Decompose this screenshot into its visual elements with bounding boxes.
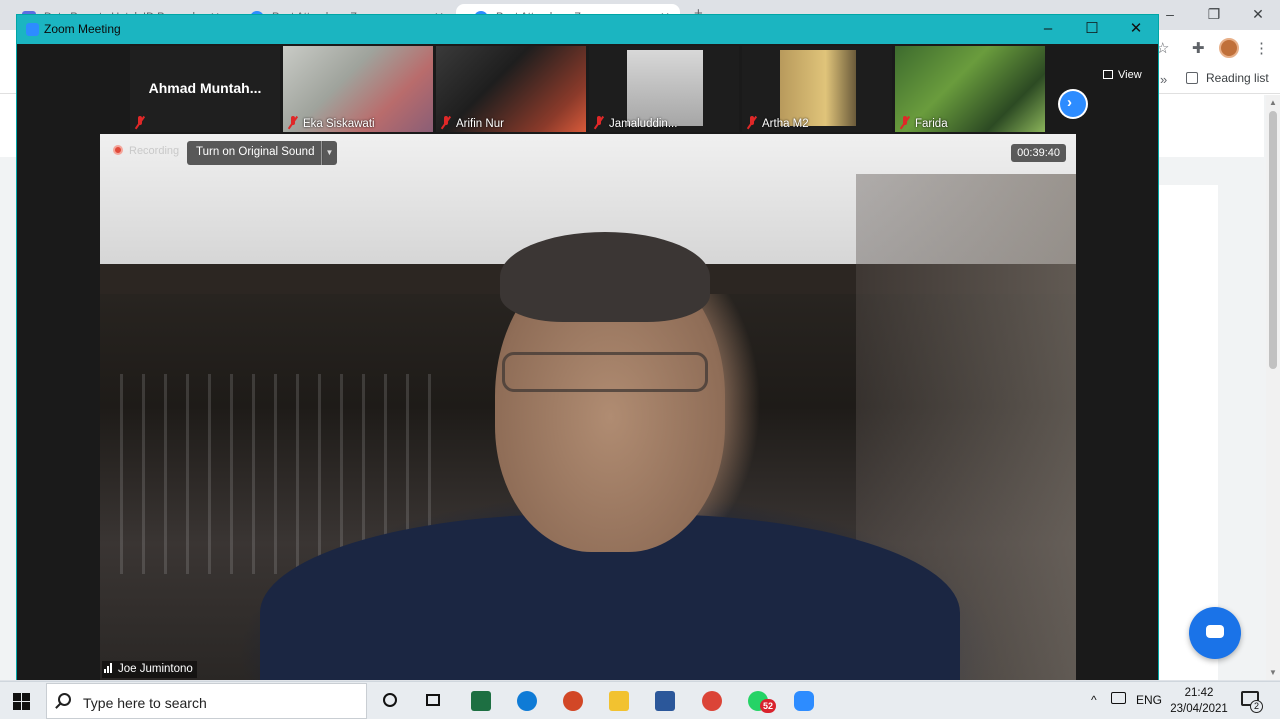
chevron-right-icon: › [1067,94,1072,111]
language-indicator[interactable]: ENG [1136,693,1162,707]
notification-badge: 52 [760,699,776,713]
muted-mic-icon [288,116,298,129]
muted-mic-icon [135,116,145,129]
participant-tile[interactable]: Artha M2 [742,46,892,132]
zoom-window-controls: – ☐ ✕ [1026,15,1158,44]
taskbar-app-file-explorer[interactable] [601,687,637,717]
participant-name: Farida [915,118,948,130]
clock-time: 21:42 [1184,687,1214,699]
next-participants-button[interactable]: › [1058,89,1088,119]
edge-icon [517,691,537,711]
folder-icon [609,691,629,711]
word-icon [655,691,675,711]
minimize-icon[interactable]: – [1026,15,1070,43]
task-view-button[interactable] [416,687,452,717]
extensions-icon[interactable]: ✚ [1192,39,1205,57]
menu-icon[interactable]: ⋮ [1254,39,1269,57]
more-bookmarks-icon[interactable]: » [1160,72,1167,87]
participant-tile[interactable]: Jamaluddin... [589,46,739,132]
participant-tile[interactable]: Eka Siskawati [283,46,433,132]
participant-name: Arifin Nur [456,118,504,130]
reading-list-button[interactable]: Reading list [1186,71,1269,85]
recording-indicator: Recording [113,145,179,157]
view-label: View [1118,69,1142,81]
participant-name: Ahmad Muntah... [148,80,262,96]
window-title: Zoom Meeting [44,22,121,36]
taskbar-app-powerpoint[interactable] [555,687,591,717]
participant-tile[interactable]: Ahmad Muntah... [130,46,280,132]
page-scrollbar[interactable]: ▲ ▼ [1266,95,1280,680]
network-icon[interactable] [1111,692,1126,704]
participant-name: Jamaluddin... [609,118,678,130]
recording-label: Recording [129,145,180,157]
taskbar-app-chrome[interactable] [694,687,730,717]
scroll-up-icon[interactable]: ▲ [1269,98,1277,107]
original-sound-button[interactable]: Turn on Original Sound [187,141,324,165]
taskbar-search[interactable]: Type here to search [46,683,367,719]
close-icon[interactable]: ✕ [1114,15,1158,43]
speaker-name: Joe Jumintono [118,663,193,675]
taskbar-app-word[interactable] [647,687,683,717]
zoom-window: Zoom Meeting – ☐ ✕ Ahmad Muntah... Eka Sis… [16,14,1159,680]
record-icon [113,145,123,155]
muted-mic-icon [441,116,451,129]
profile-photo [627,50,703,126]
reading-list-label: Reading list [1206,71,1269,85]
taskbar-app-excel[interactable] [463,687,499,717]
taskbar: Type here to search 52 ^ ENG 21:42 23/04… [0,681,1280,719]
muted-mic-icon [594,116,604,129]
document-margin [0,95,16,157]
muted-mic-icon [747,116,757,129]
restore-icon[interactable]: ❐ [1192,0,1236,28]
participant-name: Artha M2 [762,118,809,130]
browser-window-controls: – ❐ ✕ [1148,0,1280,30]
search-placeholder: Type here to search [83,695,207,711]
reading-list-icon [1186,72,1198,84]
cortana-icon [383,693,397,707]
document-header [1158,95,1264,157]
profile-avatar[interactable] [1219,38,1239,58]
muted-mic-icon [900,116,910,129]
powerpoint-icon [563,691,583,711]
meeting-area: Ahmad Muntah... Eka Siskawati Arifin Nur… [17,44,1158,680]
close-icon[interactable]: ✕ [1236,0,1280,28]
taskbar-app-edge[interactable] [509,687,545,717]
cortana-button[interactable] [372,687,408,717]
chrome-icon [702,691,722,711]
participant-tile[interactable]: Farida [895,46,1045,132]
chevron-down-icon[interactable]: ▼ [321,141,337,165]
zoom-titlebar: Zoom Meeting – ☐ ✕ [17,15,1158,44]
zoom-logo-icon [26,23,39,36]
zoom-icon [794,691,814,711]
search-icon [58,693,71,706]
taskbar-app-zoom[interactable] [786,687,822,717]
scrollbar-thumb[interactable] [1269,111,1277,369]
scroll-down-icon[interactable]: ▼ [1269,668,1277,677]
active-speaker-video: Recording Turn on Original Sound ▼ 00:39… [100,134,1076,680]
system-clock[interactable]: 21:42 23/04/2021 [1164,685,1234,717]
maximize-icon[interactable]: ☐ [1070,15,1114,43]
taskbar-app-whatsapp[interactable]: 52 [740,687,776,717]
grid-icon [1103,70,1113,79]
excel-icon [471,691,491,711]
chat-button[interactable] [1189,607,1241,659]
signal-strength-icon [104,663,113,676]
speaker-figure [500,232,710,322]
profile-photo [780,50,856,126]
clock-date: 23/04/2021 [1170,703,1228,715]
windows-start-icon[interactable] [13,693,30,710]
participant-name: Eka Siskawati [303,118,375,130]
document-page [1158,185,1218,680]
speaker-figure [502,352,708,392]
meeting-timer: 00:39:40 [1011,144,1066,162]
speaker-name-tag: Joe Jumintono [102,661,197,678]
notification-count: 2 [1250,700,1263,713]
task-view-icon [426,694,440,706]
chevron-up-icon[interactable]: ^ [1091,693,1097,707]
participant-tile[interactable]: Arifin Nur [436,46,586,132]
view-button[interactable]: View [1103,69,1142,81]
